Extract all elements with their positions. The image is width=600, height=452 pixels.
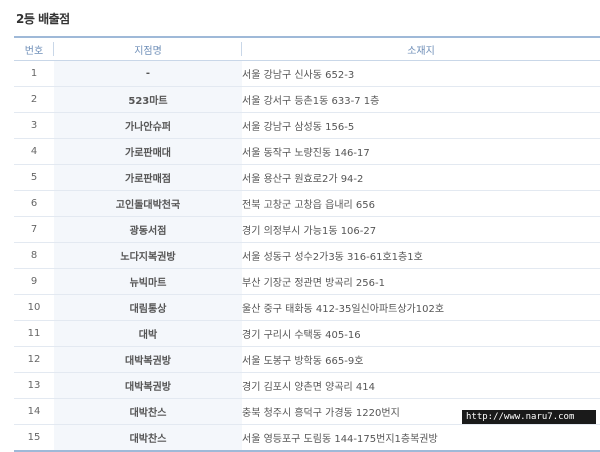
row-number: 10 <box>14 294 54 321</box>
header-address: 소재지 <box>242 36 600 61</box>
store-name: 노다지복권방 <box>54 242 242 269</box>
table-row: 11 대박 경기 구리시 수택동 405-16 <box>14 320 600 347</box>
page-title: 2등 배출점 <box>16 12 70 26</box>
store-name: 뉴빅마트 <box>54 268 242 295</box>
table-row: 13 대박복권방 경기 김포시 양촌면 양곡리 414 <box>14 372 600 399</box>
store-name: 대림통상 <box>54 294 242 321</box>
row-number: 5 <box>14 164 54 191</box>
table-row: 4 가로판매대 서울 동작구 노량진동 146-17 <box>14 138 600 165</box>
store-address: 서울 동작구 노량진동 146-17 <box>242 138 600 165</box>
table-row: 3 가나안슈퍼 서울 강남구 삼성동 156-5 <box>14 112 600 139</box>
store-name: 대박복권방 <box>54 346 242 373</box>
table-row: 10 대림통상 울산 중구 태화동 412-35일신아파트상가102호 <box>14 294 600 321</box>
table-row: 15 대박찬스 서울 영등포구 도림동 144-175번지1층복권방 <box>14 424 600 452</box>
store-address: 서울 강남구 삼성동 156-5 <box>242 112 600 139</box>
store-name: 523마트 <box>54 86 242 113</box>
table-row: 12 대박복권방 서울 도봉구 방학동 665-9호 <box>14 346 600 373</box>
store-name: 대박찬스 <box>54 398 242 425</box>
store-address: 서울 영등포구 도림동 144-175번지1층복권방 <box>242 424 600 452</box>
row-number: 12 <box>14 346 54 373</box>
header-store: 지점명 <box>54 36 242 61</box>
row-number: 7 <box>14 216 54 243</box>
table-row: 5 가로판매점 서울 용산구 원효로2가 94-2 <box>14 164 600 191</box>
store-address: 부산 기장군 정관면 방곡리 256-1 <box>242 268 600 295</box>
store-name: 대박 <box>54 320 242 347</box>
row-number: 9 <box>14 268 54 295</box>
store-name: 대박찬스 <box>54 424 242 452</box>
store-address: 전북 고창군 고창읍 읍내리 656 <box>242 190 600 217</box>
store-address: 서울 성동구 성수2가3동 316-61호1층1호 <box>242 242 600 269</box>
table-row: 2 523마트 서울 강서구 등촌1동 633-7 1층 <box>14 86 600 113</box>
store-address: 서울 용산구 원효로2가 94-2 <box>242 164 600 191</box>
table-row: 9 뉴빅마트 부산 기장군 정관면 방곡리 256-1 <box>14 268 600 295</box>
table-header-row: 번호 지점명 소재지 <box>14 36 600 61</box>
table-row: 1- 서울 강남구 신사동 652-3 <box>14 60 600 87</box>
store-name: 고인돌대박천국 <box>54 190 242 217</box>
store-address: 경기 김포시 양촌면 양곡리 414 <box>242 372 600 399</box>
store-address: 서울 강서구 등촌1동 633-7 1층 <box>242 86 600 113</box>
store-address: 경기 구리시 수택동 405-16 <box>242 320 600 347</box>
winners-table: 번호 지점명 소재지 1- 서울 강남구 신사동 652-3 2 523마트 서울 강서… <box>14 36 600 452</box>
row-number: 4 <box>14 138 54 165</box>
row-number: 2 <box>14 86 54 113</box>
store-name: 광동서점 <box>54 216 242 243</box>
store-name: 가로판매점 <box>54 164 242 191</box>
row-number: 8 <box>14 242 54 269</box>
store-name: - <box>54 60 242 87</box>
row-number: 11 <box>14 320 54 347</box>
row-number: 15 <box>14 424 54 452</box>
watermark: http://www.naru7.com <box>462 410 596 424</box>
store-address: 서울 도봉구 방학동 665-9호 <box>242 346 600 373</box>
row-number: 6 <box>14 190 54 217</box>
table-row: 6 고인돌대박천국 전북 고창군 고창읍 읍내리 656 <box>14 190 600 217</box>
store-address: 경기 의정부시 가능1동 106-27 <box>242 216 600 243</box>
header-no: 번호 <box>14 36 54 61</box>
store-name: 대박복권방 <box>54 372 242 399</box>
table-row: 7 광동서점 경기 의정부시 가능1동 106-27 <box>14 216 600 243</box>
store-address: 서울 강남구 신사동 652-3 <box>242 60 600 87</box>
row-number: 1 <box>14 60 54 87</box>
row-number: 3 <box>14 112 54 139</box>
row-number: 14 <box>14 398 54 425</box>
row-number: 13 <box>14 372 54 399</box>
store-name: 가로판매대 <box>54 138 242 165</box>
table-row: 8 노다지복권방 서울 성동구 성수2가3동 316-61호1층1호 <box>14 242 600 269</box>
store-address: 울산 중구 태화동 412-35일신아파트상가102호 <box>242 294 600 321</box>
store-name: 가나안슈퍼 <box>54 112 242 139</box>
